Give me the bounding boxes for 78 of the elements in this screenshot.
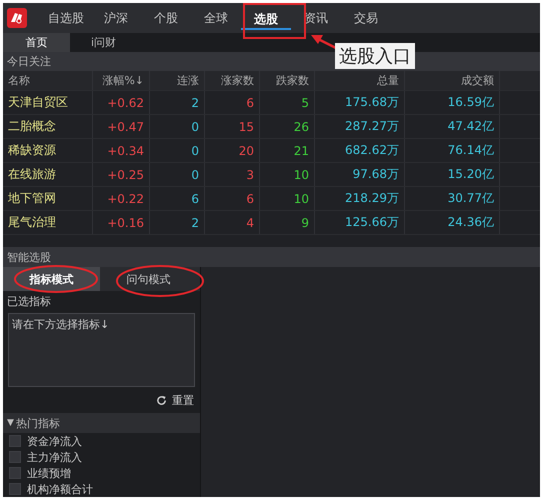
arrow	[311, 35, 337, 50]
highlight-box	[243, 3, 306, 39]
table-cell: 9	[260, 211, 315, 234]
nav-tab[interactable]: 自选股	[41, 3, 91, 33]
table-cell: 24.36亿	[405, 211, 500, 234]
table-cell: +0.25	[93, 163, 150, 186]
table-cell: 0	[150, 139, 205, 162]
table-cell: 15.20亿	[405, 163, 500, 186]
table-cell: 15	[205, 115, 260, 138]
table-cell: +0.22	[93, 187, 150, 210]
table-cell: 5	[260, 91, 315, 114]
table-cell: 26	[260, 115, 315, 138]
group-header[interactable]: ▼ 热门指标	[3, 413, 200, 433]
checkbox[interactable]	[9, 483, 21, 495]
table-cell: +0.62	[93, 91, 150, 114]
checkbox[interactable]	[9, 467, 21, 479]
section-title: 智能选股	[7, 250, 51, 265]
checkbox-label[interactable]: 机构净额合计	[27, 482, 93, 496]
nav-tab[interactable]: 交易	[341, 3, 391, 33]
sub-tab[interactable]: 首页	[3, 33, 70, 52]
column-header[interactable]: 涨家数	[205, 71, 260, 90]
logo-icon	[7, 8, 27, 28]
table-cell: 30.77亿	[405, 187, 500, 210]
column-header[interactable]: 总量	[315, 71, 405, 90]
table-cell: 6	[150, 187, 205, 210]
section-title: 今日关注	[7, 54, 51, 70]
callout-text: 选股入口	[335, 43, 415, 69]
checkbox[interactable]	[9, 451, 21, 463]
table-cell: 10	[260, 163, 315, 186]
table-cell: 地下管网	[3, 187, 93, 210]
refresh-icon	[156, 394, 167, 406]
table-cell: 3	[205, 163, 260, 186]
column-header[interactable]: 名称	[3, 71, 93, 90]
table-cell: 287.27万	[315, 115, 405, 138]
table-cell: 175.68万	[315, 91, 405, 114]
table-cell: 76.14亿	[405, 139, 500, 162]
table-cell: 97.68万	[315, 163, 405, 186]
table-cell: 在线旅游	[3, 163, 93, 186]
indicator-field[interactable]: 请在下方选择指标↓	[8, 313, 195, 387]
table-cell: +0.47	[93, 115, 150, 138]
nav-tab[interactable]: 沪深	[91, 3, 141, 33]
table-cell: +0.34	[93, 139, 150, 162]
table-cell: 21	[260, 139, 315, 162]
mode-tab[interactable]: 指标模式	[3, 267, 100, 291]
mode-tab[interactable]: 问句模式	[100, 267, 197, 291]
reset-button[interactable]: 重置	[154, 390, 196, 410]
table-cell: 稀缺资源	[3, 139, 93, 162]
column-header[interactable]: 跌家数	[260, 71, 315, 90]
checkbox[interactable]	[9, 435, 21, 447]
table-cell: 218.29万	[315, 187, 405, 210]
nav-tab[interactable]: 全球	[191, 3, 241, 33]
table-cell: 0	[150, 115, 205, 138]
checkbox-label[interactable]: 主力净流入	[27, 450, 82, 464]
table-cell: +0.16	[93, 211, 150, 234]
table-cell: 16.59亿	[405, 91, 500, 114]
sub-tab[interactable]: i问财	[70, 33, 137, 52]
table-cell: 0	[150, 163, 205, 186]
table-cell: 尾气治理	[3, 211, 93, 234]
nav-tab[interactable]: 选股	[241, 6, 291, 30]
table-cell: 47.42亿	[405, 115, 500, 138]
column-header[interactable]: 成交额	[405, 71, 500, 90]
table-cell: 2	[150, 91, 205, 114]
table-cell: 6	[205, 187, 260, 210]
table-cell: 682.62万	[315, 139, 405, 162]
table-cell: 4	[205, 211, 260, 234]
column-header[interactable]: 涨幅%↓	[93, 71, 150, 90]
field-label: 已选指标	[7, 294, 51, 308]
nav-tab[interactable]: 个股	[141, 3, 191, 33]
table-cell: 天津自贸区	[3, 91, 93, 114]
table-cell: 6	[205, 91, 260, 114]
table-cell: 10	[260, 187, 315, 210]
table-cell: 125.66万	[315, 211, 405, 234]
table-cell: 2	[150, 211, 205, 234]
table-cell: 20	[205, 139, 260, 162]
checkbox-label[interactable]: 业绩预增	[27, 466, 71, 480]
column-header[interactable]: 连涨	[150, 71, 205, 90]
table-cell: 二胎概念	[3, 115, 93, 138]
checkbox-label[interactable]: 资金净流入	[27, 434, 82, 448]
